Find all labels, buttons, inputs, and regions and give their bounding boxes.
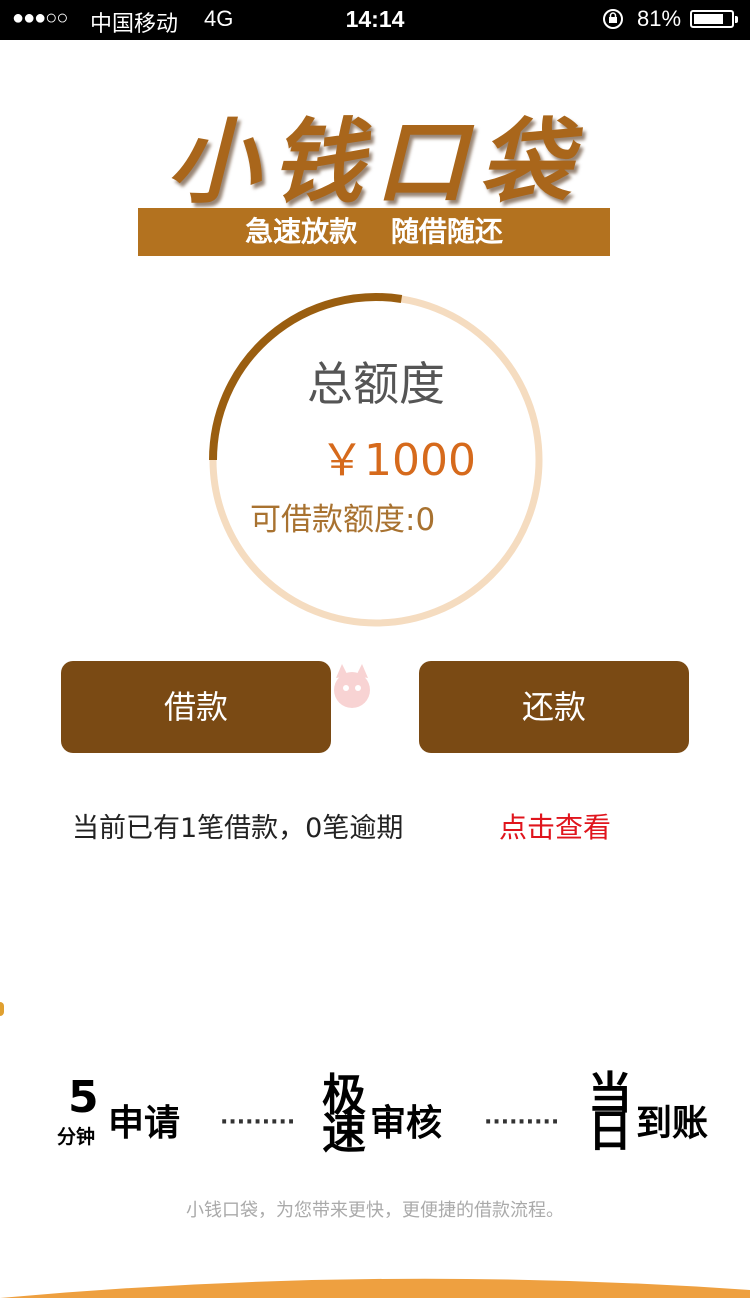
- feature-apply-unit: 分钟: [57, 1126, 96, 1148]
- status-bar: ●●●○○ 中国移动 4G 14:14 81%: [0, 0, 750, 40]
- feature-arrival-label: 到账: [636, 1103, 709, 1144]
- loan-status-text: 当前已有1笔借款，0笔逾期: [72, 813, 404, 844]
- credit-limit-gauge: 总额度 ￥1000 可借款额度:0: [206, 290, 546, 630]
- edge-dot: [0, 1002, 4, 1016]
- total-limit-amount: ￥1000: [320, 435, 476, 486]
- feature-arrival-bottom: 日: [588, 1106, 632, 1157]
- feature-apply-number: 5: [68, 1072, 99, 1123]
- rotation-lock-icon: [603, 9, 623, 29]
- battery-icon: [690, 10, 738, 28]
- view-loans-link[interactable]: 点击查看: [499, 806, 611, 846]
- feature-review-bottom: 速: [322, 1108, 366, 1159]
- feature-review-label: 审核: [370, 1103, 443, 1144]
- battery-percent: 81%: [637, 6, 682, 31]
- bottom-wave-decoration: [0, 1278, 750, 1298]
- repay-button[interactable]: 还款: [419, 661, 689, 753]
- footer-tagline: 小钱口袋，为您带来更快，更便捷的借款流程。: [186, 1200, 564, 1221]
- slogan-banner: 急速放款 随借随还: [138, 208, 610, 256]
- app-logo-title: 小钱口袋: [166, 108, 583, 216]
- slogan-right: 随借随还: [390, 215, 503, 248]
- slogan-left: 急速放款: [245, 215, 358, 248]
- separator-dots: ·········: [220, 1110, 296, 1135]
- separator-dots: ·········: [484, 1110, 560, 1135]
- feature-apply-label: 申请: [108, 1103, 181, 1144]
- available-limit-label: 可借款额度:0: [250, 502, 436, 538]
- borrow-button[interactable]: 借款: [61, 661, 331, 753]
- total-limit-title: 总额度: [307, 357, 445, 411]
- watermark-cat-icon: [334, 664, 370, 708]
